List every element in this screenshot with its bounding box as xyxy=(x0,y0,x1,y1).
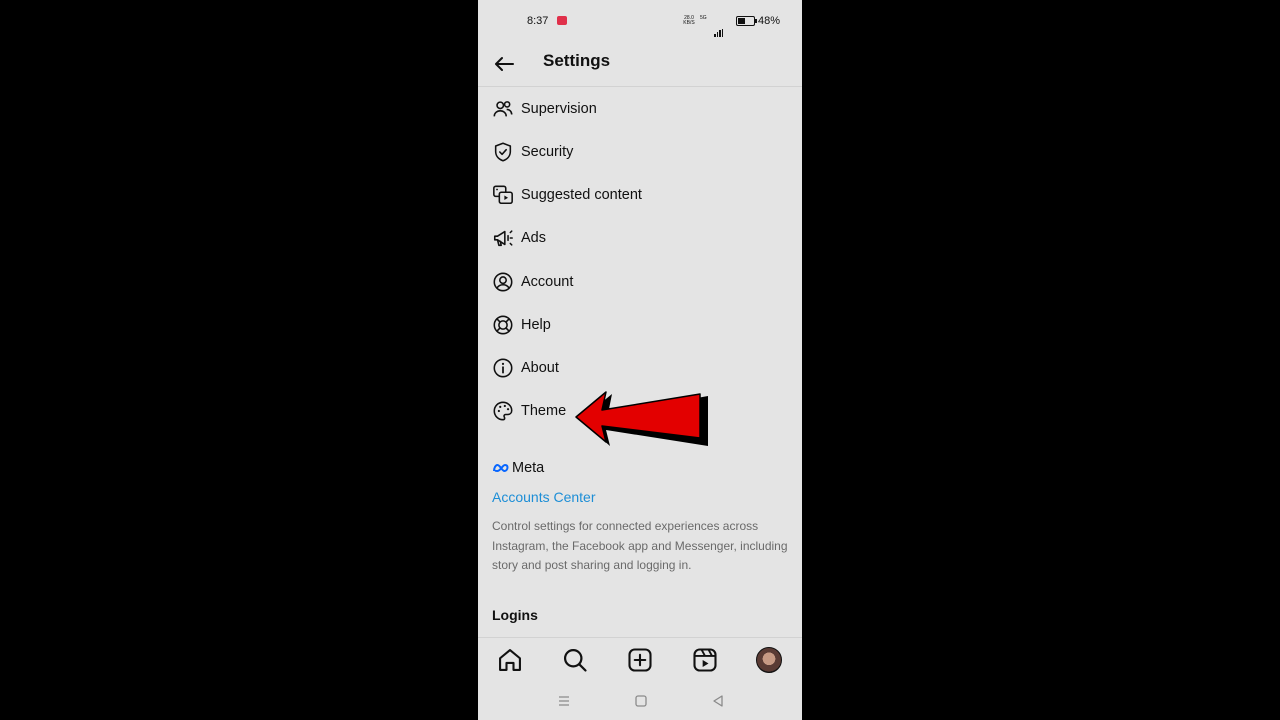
menu-item-about[interactable]: About xyxy=(478,349,802,389)
phone-screen: 8:37 28.0 KB/S 5G 48% Settings Supervisi… xyxy=(478,0,802,720)
menu-item-security[interactable]: Security xyxy=(478,133,802,173)
menu-item-help[interactable]: Help xyxy=(478,306,802,346)
home-square-icon xyxy=(635,695,647,707)
status-time: 8:37 xyxy=(527,15,549,27)
reels-icon xyxy=(693,648,717,672)
nav-create-button[interactable] xyxy=(626,646,654,674)
profile-avatar[interactable] xyxy=(756,647,782,673)
menu-item-label: Security xyxy=(521,144,574,160)
nav-home-button[interactable] xyxy=(496,646,524,674)
search-icon xyxy=(563,648,587,672)
network-speed: 28.0 KB/S xyxy=(680,16,698,26)
menu-item-suggested-content[interactable]: Suggested content xyxy=(478,176,802,216)
home-icon xyxy=(499,649,521,671)
recents-icon xyxy=(559,696,569,706)
signal-bars-icon xyxy=(714,19,724,37)
info-icon xyxy=(493,358,513,378)
menu-item-label: Help xyxy=(521,317,551,333)
back-system-button[interactable] xyxy=(709,692,727,710)
menu-item-label: Account xyxy=(521,274,574,290)
create-post-icon xyxy=(628,648,652,672)
page-title: Settings xyxy=(543,51,611,70)
people-icon xyxy=(493,101,513,117)
settings-header: Settings xyxy=(478,42,802,87)
recents-button[interactable] xyxy=(555,692,573,710)
network-speed-unit: KB/S xyxy=(683,20,695,26)
signal-label: 5G xyxy=(700,15,707,21)
menu-item-label: Ads xyxy=(521,230,546,246)
menu-item-label: Theme xyxy=(521,403,567,419)
back-button[interactable] xyxy=(492,52,516,76)
system-nav-bar xyxy=(478,682,802,720)
battery-percent: 48% xyxy=(758,15,781,27)
shield-check-icon xyxy=(494,142,512,162)
menu-item-label: Suggested content xyxy=(521,187,642,203)
meta-infinity-icon xyxy=(493,463,509,473)
arrow-left-icon xyxy=(495,57,514,71)
account-circle-icon xyxy=(493,272,513,292)
nav-reels-button[interactable] xyxy=(691,646,719,674)
menu-item-ads[interactable]: Ads xyxy=(478,219,802,259)
menu-item-label: Supervision xyxy=(521,101,597,117)
palette-icon xyxy=(493,401,513,421)
menu-item-label: About xyxy=(521,360,559,376)
accounts-center-link[interactable]: Accounts Center xyxy=(492,489,596,505)
home-system-button[interactable] xyxy=(632,692,650,710)
menu-item-account[interactable]: Account xyxy=(478,263,802,303)
red-arrow-annotation xyxy=(575,391,708,446)
status-bar: 8:37 28.0 KB/S 5G 48% xyxy=(478,0,802,42)
lifebuoy-icon xyxy=(493,315,513,335)
megaphone-icon xyxy=(493,230,513,247)
bottom-nav xyxy=(478,637,802,682)
logins-heading: Logins xyxy=(492,607,538,623)
suggested-media-icon xyxy=(493,185,513,205)
menu-item-supervision[interactable]: Supervision xyxy=(478,90,802,130)
battery-icon xyxy=(736,16,757,26)
nav-search-button[interactable] xyxy=(561,646,589,674)
meta-logo-text: Meta xyxy=(512,460,545,476)
accounts-center-description: Control settings for connected experienc… xyxy=(492,519,788,572)
back-triangle-icon xyxy=(713,695,723,707)
notification-icon xyxy=(557,16,567,25)
